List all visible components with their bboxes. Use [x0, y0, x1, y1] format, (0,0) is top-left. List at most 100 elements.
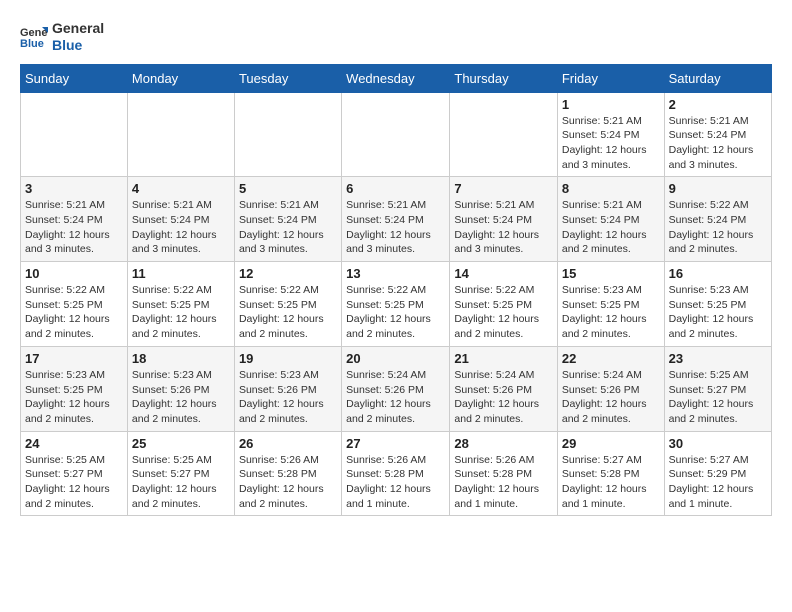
- day-number: 5: [239, 181, 337, 196]
- calendar-table: SundayMondayTuesdayWednesdayThursdayFrid…: [20, 64, 772, 517]
- calendar-cell: 5 Sunrise: 5:21 AMSunset: 5:24 PMDaylight…: [234, 177, 341, 262]
- day-number: 4: [132, 181, 230, 196]
- day-info: Sunrise: 5:25 AMSunset: 5:27 PMDaylight:…: [669, 368, 767, 427]
- calendar-cell: 3 Sunrise: 5:21 AMSunset: 5:24 PMDaylight…: [21, 177, 128, 262]
- day-info: Sunrise: 5:24 AMSunset: 5:26 PMDaylight:…: [562, 368, 660, 427]
- day-info: Sunrise: 5:22 AMSunset: 5:25 PMDaylight:…: [132, 283, 230, 342]
- calendar-cell: 14 Sunrise: 5:22 AMSunset: 5:25 PMDayligh…: [450, 262, 557, 347]
- calendar-body: 1 Sunrise: 5:21 AMSunset: 5:24 PMDaylight…: [21, 92, 772, 516]
- calendar-cell: 29 Sunrise: 5:27 AMSunset: 5:28 PMDayligh…: [557, 431, 664, 516]
- logo: General Blue General Blue: [20, 20, 104, 54]
- day-number: 24: [25, 436, 123, 451]
- day-info: Sunrise: 5:23 AMSunset: 5:25 PMDaylight:…: [669, 283, 767, 342]
- calendar-cell: 28Sunrise: 5:26 AMSunset: 5:28 PMDayligh…: [450, 431, 557, 516]
- day-number: 22: [562, 351, 660, 366]
- calendar-cell: 26Sunrise: 5:26 AMSunset: 5:28 PMDayligh…: [234, 431, 341, 516]
- day-info: Sunrise: 5:22 AMSunset: 5:25 PMDaylight:…: [454, 283, 552, 342]
- svg-text:Blue: Blue: [20, 38, 44, 50]
- day-info: Sunrise: 5:21 AMSunset: 5:24 PMDaylight:…: [239, 198, 337, 257]
- calendar-week-row: 17 Sunrise: 5:23 AMSunset: 5:25 PMDayligh…: [21, 346, 772, 431]
- day-info: Sunrise: 5:22 AMSunset: 5:24 PMDaylight:…: [669, 198, 767, 257]
- day-number: 8: [562, 181, 660, 196]
- calendar-cell: 27Sunrise: 5:26 AMSunset: 5:28 PMDayligh…: [342, 431, 450, 516]
- calendar-week-row: 24 Sunrise: 5:25 AMSunset: 5:27 PMDayligh…: [21, 431, 772, 516]
- day-info: Sunrise: 5:22 AMSunset: 5:25 PMDaylight:…: [25, 283, 123, 342]
- calendar-cell: 16 Sunrise: 5:23 AMSunset: 5:25 PMDayligh…: [664, 262, 771, 347]
- calendar-cell: 22 Sunrise: 5:24 AMSunset: 5:26 PMDayligh…: [557, 346, 664, 431]
- calendar-cell: [450, 92, 557, 177]
- calendar-cell: [21, 92, 128, 177]
- logo-icon: General Blue: [20, 23, 48, 51]
- day-number: 11: [132, 266, 230, 281]
- calendar-cell: 7Sunrise: 5:21 AMSunset: 5:24 PMDaylight…: [450, 177, 557, 262]
- calendar-cell: 18Sunrise: 5:23 AMSunset: 5:26 PMDayligh…: [127, 346, 234, 431]
- calendar-cell: 24 Sunrise: 5:25 AMSunset: 5:27 PMDayligh…: [21, 431, 128, 516]
- day-number: 27: [346, 436, 445, 451]
- day-info: Sunrise: 5:21 AMSunset: 5:24 PMDaylight:…: [562, 114, 660, 173]
- day-number: 1: [562, 97, 660, 112]
- day-number: 7: [454, 181, 552, 196]
- calendar-cell: 4 Sunrise: 5:21 AMSunset: 5:24 PMDaylight…: [127, 177, 234, 262]
- day-number: 6: [346, 181, 445, 196]
- calendar-cell: 30 Sunrise: 5:27 AMSunset: 5:29 PMDayligh…: [664, 431, 771, 516]
- day-info: Sunrise: 5:22 AMSunset: 5:25 PMDaylight:…: [346, 283, 445, 342]
- day-number: 29: [562, 436, 660, 451]
- day-info: Sunrise: 5:21 AMSunset: 5:24 PMDaylight:…: [346, 198, 445, 257]
- day-info: Sunrise: 5:24 AMSunset: 5:26 PMDaylight:…: [454, 368, 552, 427]
- day-info: Sunrise: 5:23 AMSunset: 5:26 PMDaylight:…: [239, 368, 337, 427]
- weekday-header-cell: Wednesday: [342, 64, 450, 92]
- calendar-cell: 9 Sunrise: 5:22 AMSunset: 5:24 PMDaylight…: [664, 177, 771, 262]
- day-info: Sunrise: 5:22 AMSunset: 5:25 PMDaylight:…: [239, 283, 337, 342]
- day-number: 3: [25, 181, 123, 196]
- calendar-week-row: 3 Sunrise: 5:21 AMSunset: 5:24 PMDaylight…: [21, 177, 772, 262]
- calendar-cell: 10Sunrise: 5:22 AMSunset: 5:25 PMDayligh…: [21, 262, 128, 347]
- day-number: 16: [669, 266, 767, 281]
- calendar-cell: 20 Sunrise: 5:24 AMSunset: 5:26 PMDayligh…: [342, 346, 450, 431]
- calendar-cell: 6 Sunrise: 5:21 AMSunset: 5:24 PMDaylight…: [342, 177, 450, 262]
- weekday-header-cell: Sunday: [21, 64, 128, 92]
- day-info: Sunrise: 5:25 AMSunset: 5:27 PMDaylight:…: [132, 453, 230, 512]
- day-info: Sunrise: 5:21 AMSunset: 5:24 PMDaylight:…: [132, 198, 230, 257]
- day-number: 30: [669, 436, 767, 451]
- calendar-cell: [234, 92, 341, 177]
- day-number: 13: [346, 266, 445, 281]
- day-number: 9: [669, 181, 767, 196]
- day-number: 14: [454, 266, 552, 281]
- day-info: Sunrise: 5:21 AMSunset: 5:24 PMDaylight:…: [25, 198, 123, 257]
- weekday-header-row: SundayMondayTuesdayWednesdayThursdayFrid…: [21, 64, 772, 92]
- calendar-cell: [342, 92, 450, 177]
- weekday-header-cell: Monday: [127, 64, 234, 92]
- calendar-cell: 12 Sunrise: 5:22 AMSunset: 5:25 PMDayligh…: [234, 262, 341, 347]
- calendar-cell: 19 Sunrise: 5:23 AMSunset: 5:26 PMDayligh…: [234, 346, 341, 431]
- day-info: Sunrise: 5:21 AMSunset: 5:24 PMDaylight:…: [562, 198, 660, 257]
- day-info: Sunrise: 5:27 AMSunset: 5:29 PMDaylight:…: [669, 453, 767, 512]
- day-number: 23: [669, 351, 767, 366]
- calendar-cell: 15Sunrise: 5:23 AMSunset: 5:25 PMDayligh…: [557, 262, 664, 347]
- weekday-header-cell: Tuesday: [234, 64, 341, 92]
- day-number: 17: [25, 351, 123, 366]
- header: General Blue General Blue: [20, 20, 772, 54]
- day-number: 26: [239, 436, 337, 451]
- calendar-cell: 13 Sunrise: 5:22 AMSunset: 5:25 PMDayligh…: [342, 262, 450, 347]
- day-number: 19: [239, 351, 337, 366]
- day-info: Sunrise: 5:26 AMSunset: 5:28 PMDaylight:…: [454, 453, 552, 512]
- day-number: 21: [454, 351, 552, 366]
- day-info: Sunrise: 5:21 AMSunset: 5:24 PMDaylight:…: [669, 114, 767, 173]
- day-info: Sunrise: 5:23 AMSunset: 5:25 PMDaylight:…: [25, 368, 123, 427]
- calendar-cell: 8 Sunrise: 5:21 AMSunset: 5:24 PMDaylight…: [557, 177, 664, 262]
- calendar-cell: [127, 92, 234, 177]
- day-number: 25: [132, 436, 230, 451]
- calendar-week-row: 1 Sunrise: 5:21 AMSunset: 5:24 PMDaylight…: [21, 92, 772, 177]
- weekday-header-cell: Saturday: [664, 64, 771, 92]
- day-number: 2: [669, 97, 767, 112]
- day-info: Sunrise: 5:25 AMSunset: 5:27 PMDaylight:…: [25, 453, 123, 512]
- day-number: 15: [562, 266, 660, 281]
- calendar-cell: 2 Sunrise: 5:21 AMSunset: 5:24 PMDaylight…: [664, 92, 771, 177]
- day-number: 20: [346, 351, 445, 366]
- weekday-header-cell: Friday: [557, 64, 664, 92]
- day-number: 12: [239, 266, 337, 281]
- day-info: Sunrise: 5:27 AMSunset: 5:28 PMDaylight:…: [562, 453, 660, 512]
- calendar-cell: 11 Sunrise: 5:22 AMSunset: 5:25 PMDayligh…: [127, 262, 234, 347]
- calendar-cell: 21 Sunrise: 5:24 AMSunset: 5:26 PMDayligh…: [450, 346, 557, 431]
- day-info: Sunrise: 5:24 AMSunset: 5:26 PMDaylight:…: [346, 368, 445, 427]
